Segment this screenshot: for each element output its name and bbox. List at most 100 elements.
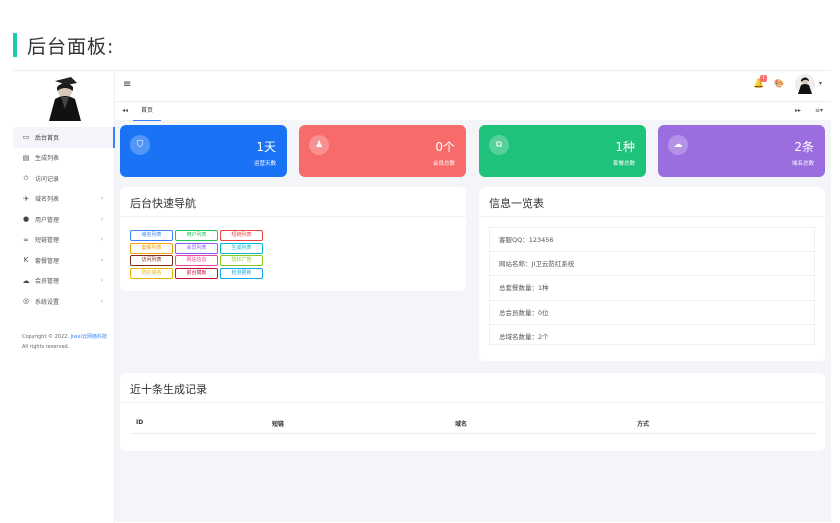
sidebar-item-label: 短链管理 xyxy=(35,237,60,245)
sidebar-item[interactable]: ◎ 系统设置 › xyxy=(13,291,115,312)
chevron-right-icon: › xyxy=(100,195,103,203)
sidebar-item-label: 域名列表 xyxy=(35,196,60,204)
quick-nav-button[interactable]: 访问列表 xyxy=(130,255,173,266)
star-icon: ✩ xyxy=(23,174,29,183)
quick-nav-title: 后台快速导航 xyxy=(130,197,196,210)
link-icon: ∞ xyxy=(23,235,29,244)
quick-nav-button[interactable]: 生成列表 xyxy=(220,242,263,254)
list-icon: ▤ xyxy=(22,153,30,162)
quick-nav-button[interactable]: 检测更新 xyxy=(220,267,263,279)
stat-label: 运营天数 xyxy=(253,161,276,167)
stat-value: 0个 xyxy=(435,140,455,154)
quick-nav-grid: 域名列表 用户列表 短链列表套餐列表 会员列表 生成列表访问列表 网站信息 防红广告防红域名… xyxy=(130,230,263,279)
quick-nav-button[interactable]: 防红域名 xyxy=(130,267,173,279)
stat-card: ⛉ 1天运营天数 xyxy=(120,125,287,177)
info-row: 客服QQ：123456 xyxy=(490,228,814,253)
sidebar-item[interactable]: ✈ 域名列表 › xyxy=(13,189,115,210)
records-card: 近十条生成记录 ID 短链 域名 方式 xyxy=(120,373,825,451)
column-header-id: ID xyxy=(136,419,144,426)
stat-value: 1种 xyxy=(615,140,635,154)
quick-nav-button[interactable]: 防红广告 xyxy=(220,255,263,266)
info-title: 信息一览表 xyxy=(489,197,544,210)
quick-nav-button[interactable]: 域名列表 xyxy=(130,230,173,241)
send-icon: ✈ xyxy=(23,194,29,203)
dashboard-icon: ▭ xyxy=(22,133,30,142)
quick-nav-button[interactable]: 会员列表 xyxy=(175,242,218,254)
records-title: 近十条生成记录 xyxy=(130,383,207,396)
quick-nav-button[interactable]: 前台模板 xyxy=(175,267,218,279)
info-row: 总会员数量：0位 xyxy=(490,301,814,325)
table-header-divider xyxy=(130,433,815,434)
sidebar-item-label: 访问记录 xyxy=(35,175,60,183)
sidebar: ▭ 后台首页 ▤ 生成列表 ✩ 访问记录 ✈ 域名列表 › ● 用户管理 › ∞ 短链管理 › K 套餐管理 › ☁… xyxy=(13,71,115,523)
copyright: Copyright © 2022. Jiwei云网络科技 All rights … xyxy=(22,333,108,352)
copyright-link[interactable]: Jiwei云网络科技 xyxy=(71,334,107,340)
sidebar-item[interactable]: ▤ 生成列表 xyxy=(13,148,115,169)
sidebar-item-label: 生成列表 xyxy=(35,155,60,163)
copyright-prefix: Copyright © 2022. xyxy=(22,334,69,340)
sidebar-menu: ▭ 后台首页 ▤ 生成列表 ✩ 访问记录 ✈ 域名列表 › ● 用户管理 › ∞ 短链管理 › K 套餐管理 › ☁… xyxy=(13,127,115,312)
topbar: ≡ 🔔 1 🎨 ▾ xyxy=(115,71,831,101)
card-divider xyxy=(120,216,466,217)
info-row: 网站名称：JI卫云防红系统 xyxy=(490,252,814,277)
info-row: 总域名数量：2个 xyxy=(499,332,549,341)
quick-nav-card: 后台快速导航 域名列表 用户列表 短链列表套餐列表 会员列表 生成列表访问列表 网站信息防… xyxy=(120,187,466,291)
menu-toggle-icon[interactable]: ≡ xyxy=(123,79,131,90)
user-avatar[interactable] xyxy=(795,74,815,94)
stat-value: 1天 xyxy=(256,140,276,154)
sidebar-item[interactable]: ∞ 短链管理 › xyxy=(13,230,115,251)
palette-icon[interactable]: 🎨 xyxy=(774,79,784,88)
info-row: 总套餐数量：1种 xyxy=(490,276,814,301)
sidebar-item[interactable]: ● 用户管理 › xyxy=(13,209,115,230)
sidebar-item-label: 用户管理 xyxy=(35,216,60,224)
notification-badge: 1 xyxy=(760,75,767,82)
page-heading-text: 后台面板: xyxy=(27,35,115,58)
quick-nav-button[interactable]: 套餐列表 xyxy=(130,242,173,254)
sidebar-avatar xyxy=(41,75,87,121)
sidebar-item-label: 套餐管理 xyxy=(35,257,60,265)
column-header-method: 方式 xyxy=(637,421,650,428)
sidebar-item[interactable]: ☁ 会员管理 › xyxy=(13,271,115,292)
stat-value: 2条 xyxy=(794,140,814,154)
stat-label: 域名总数 xyxy=(791,161,814,167)
column-header-shortlink: 短链 xyxy=(272,421,285,428)
sidebar-item-label: 后台首页 xyxy=(35,134,60,142)
stat-card: ⧉ 1种套餐总数 xyxy=(479,125,646,177)
stat-card: ♟ 0个会员总数 xyxy=(299,125,466,177)
member-icon: ♟ xyxy=(309,135,329,155)
quick-nav-button[interactable]: 短链列表 xyxy=(220,230,263,241)
tab-scroll-left-icon[interactable]: ◂◂ xyxy=(122,107,128,114)
chevron-right-icon: › xyxy=(100,236,103,244)
cloud-icon: ☁ xyxy=(668,135,688,155)
stat-label: 会员总数 xyxy=(432,161,455,167)
tab-scroll-right-icon[interactable]: ▸▸ xyxy=(795,107,801,114)
sidebar-item[interactable]: K 套餐管理 › xyxy=(13,250,115,271)
sidebar-item[interactable]: ▭ 后台首页 xyxy=(13,127,115,148)
heading-accent-bar xyxy=(13,33,17,57)
user-menu-caret-icon[interactable]: ▾ xyxy=(819,80,822,87)
page-heading: 后台面板: xyxy=(13,33,115,58)
info-list: 客服QQ：123456 网站名称：JI卫云防红系统 总套餐数量：1种 总会员数量：0位… xyxy=(489,227,815,345)
info-card: 信息一览表 客服QQ：123456 网站名称：JI卫云防红系统 总套餐数量：1种 总会… xyxy=(479,187,825,361)
tab-home[interactable]: 首页 xyxy=(133,102,162,121)
stat-card: ☁ 2条域名总数 xyxy=(658,125,825,177)
card-divider xyxy=(120,402,825,403)
chevron-right-icon: › xyxy=(100,256,103,264)
shield-icon: ⛉ xyxy=(130,135,150,155)
tab-bar: ◂◂ 首页 ▸▸ ≡▾ xyxy=(115,101,831,121)
tab-options-icon[interactable]: ≡▾ xyxy=(815,107,823,114)
chevron-right-icon: › xyxy=(100,277,103,285)
sidebar-item-label: 系统设置 xyxy=(35,298,60,306)
quick-nav-button[interactable]: 网站信息 xyxy=(175,255,218,266)
quick-nav-button[interactable]: 用户列表 xyxy=(175,230,218,241)
column-header-domain: 域名 xyxy=(455,421,468,428)
package-icon: K xyxy=(23,256,29,265)
copyright-suffix: All rights reserved. xyxy=(22,343,70,350)
chevron-right-icon: › xyxy=(100,297,103,305)
stat-label: 套餐总数 xyxy=(612,161,635,167)
package-icon: ⧉ xyxy=(489,135,509,155)
admin-screenshot-frame: ▭ 后台首页 ▤ 生成列表 ✩ 访问记录 ✈ 域名列表 › ● 用户管理 › ∞ 短链管理 › K 套餐管理 › ☁… xyxy=(13,70,831,523)
card-divider xyxy=(479,216,825,217)
sidebar-item[interactable]: ✩ 访问记录 xyxy=(13,168,115,189)
sidebar-item-label: 会员管理 xyxy=(35,278,60,286)
